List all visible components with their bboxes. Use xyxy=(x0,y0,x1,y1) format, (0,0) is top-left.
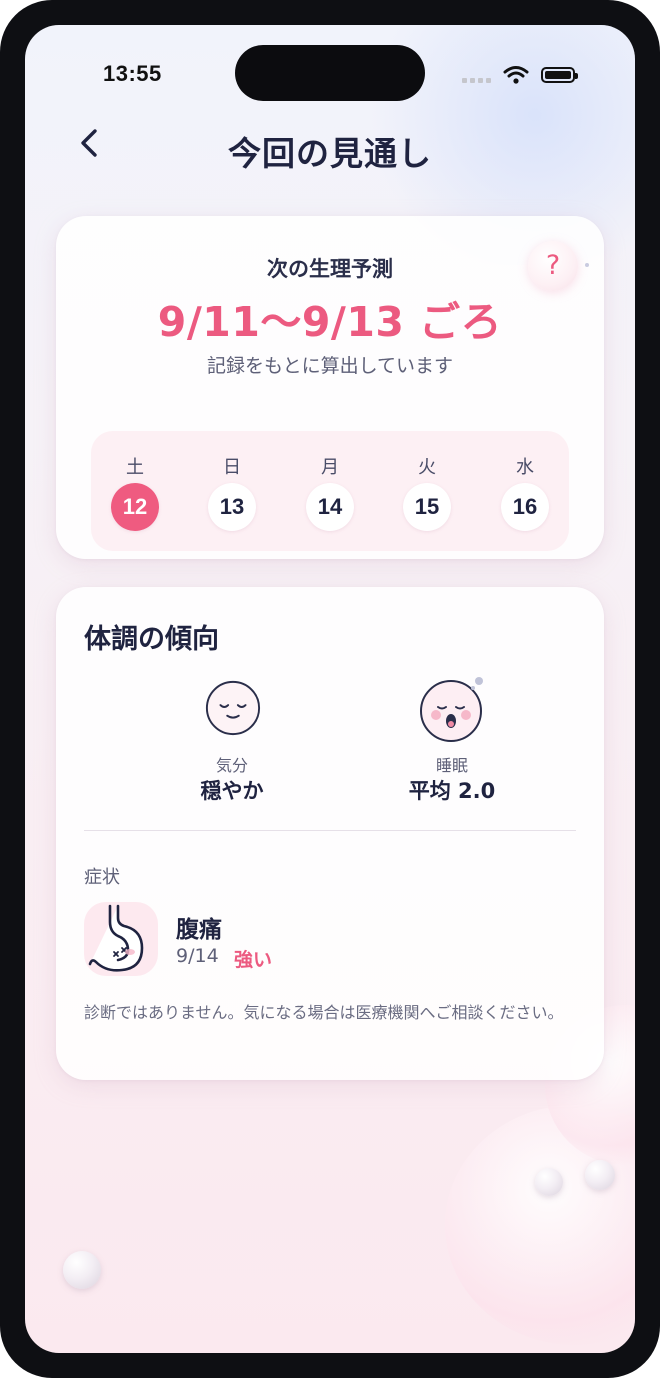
wifi-icon xyxy=(503,66,529,84)
weekday-label: 火 xyxy=(418,457,436,478)
cellular-signal-icon xyxy=(462,78,491,83)
weekday-label: 日 xyxy=(223,457,241,478)
trend-card: 体調の傾向 気分 穏やか 睡眠 平均 2.0 症状 腹痛 9/14 強い 診断で… xyxy=(56,587,604,1080)
dynamic-island xyxy=(235,45,425,101)
status-bar: 13:55 xyxy=(25,25,635,125)
stomach-icon xyxy=(88,904,144,972)
decor-pearl xyxy=(63,1251,101,1289)
week-strip: 土 12 日 13 月 14 火 15 水 16 xyxy=(91,431,569,551)
page-title: 今回の見通し xyxy=(228,134,432,173)
sleep-value: 平均 2.0 xyxy=(408,779,496,803)
mood-value: 穏やか xyxy=(200,779,264,803)
status-time: 13:55 xyxy=(103,61,162,86)
sleep-label: 睡眠 xyxy=(435,756,468,775)
mood-label: 気分 xyxy=(215,756,248,775)
weekday-label: 土 xyxy=(126,457,144,478)
screen: 13:55 今回の見通し ? 次の生理予測 9/11〜9/13 ごろ 記録をもと… xyxy=(25,25,635,1353)
day-number[interactable]: 14 xyxy=(306,483,354,531)
symptoms-label: 症状 xyxy=(84,867,120,888)
day-number-selected[interactable]: 12 xyxy=(111,483,159,531)
weekday-label: 月 xyxy=(321,457,339,478)
disclaimer-text: 診断ではありません。気になる場合は医療機関へご相談ください。 xyxy=(84,1003,564,1022)
prediction-card: ? 次の生理予測 9/11〜9/13 ごろ 記録をもとに算出しています 土 12… xyxy=(56,216,604,559)
prediction-note: 記録をもとに算出しています xyxy=(206,355,454,377)
symptom-date: 9/14 xyxy=(176,945,219,967)
weekday-label: 水 xyxy=(516,457,534,478)
yawning-face-icon xyxy=(420,677,483,742)
prediction-range: 9/11〜9/13 ごろ xyxy=(157,298,503,346)
calm-face-icon xyxy=(205,680,261,736)
symptom-severity: 強い xyxy=(234,949,273,971)
device-frame: 13:55 今回の見通し ? 次の生理予測 9/11〜9/13 ごろ 記録をもと… xyxy=(0,0,660,1378)
day-number[interactable]: 13 xyxy=(208,483,256,531)
day-number[interactable]: 16 xyxy=(501,483,549,531)
decor-pearl xyxy=(585,1160,615,1190)
decor-pearl xyxy=(535,1168,563,1196)
trend-title: 体調の傾向 xyxy=(84,624,219,655)
prediction-label: 次の生理予測 xyxy=(267,257,393,281)
day-number[interactable]: 15 xyxy=(403,483,451,531)
symptom-icon-tile xyxy=(84,902,158,976)
battery-icon xyxy=(541,67,578,83)
divider xyxy=(84,830,576,831)
symptom-name: 腹痛 xyxy=(176,917,222,943)
